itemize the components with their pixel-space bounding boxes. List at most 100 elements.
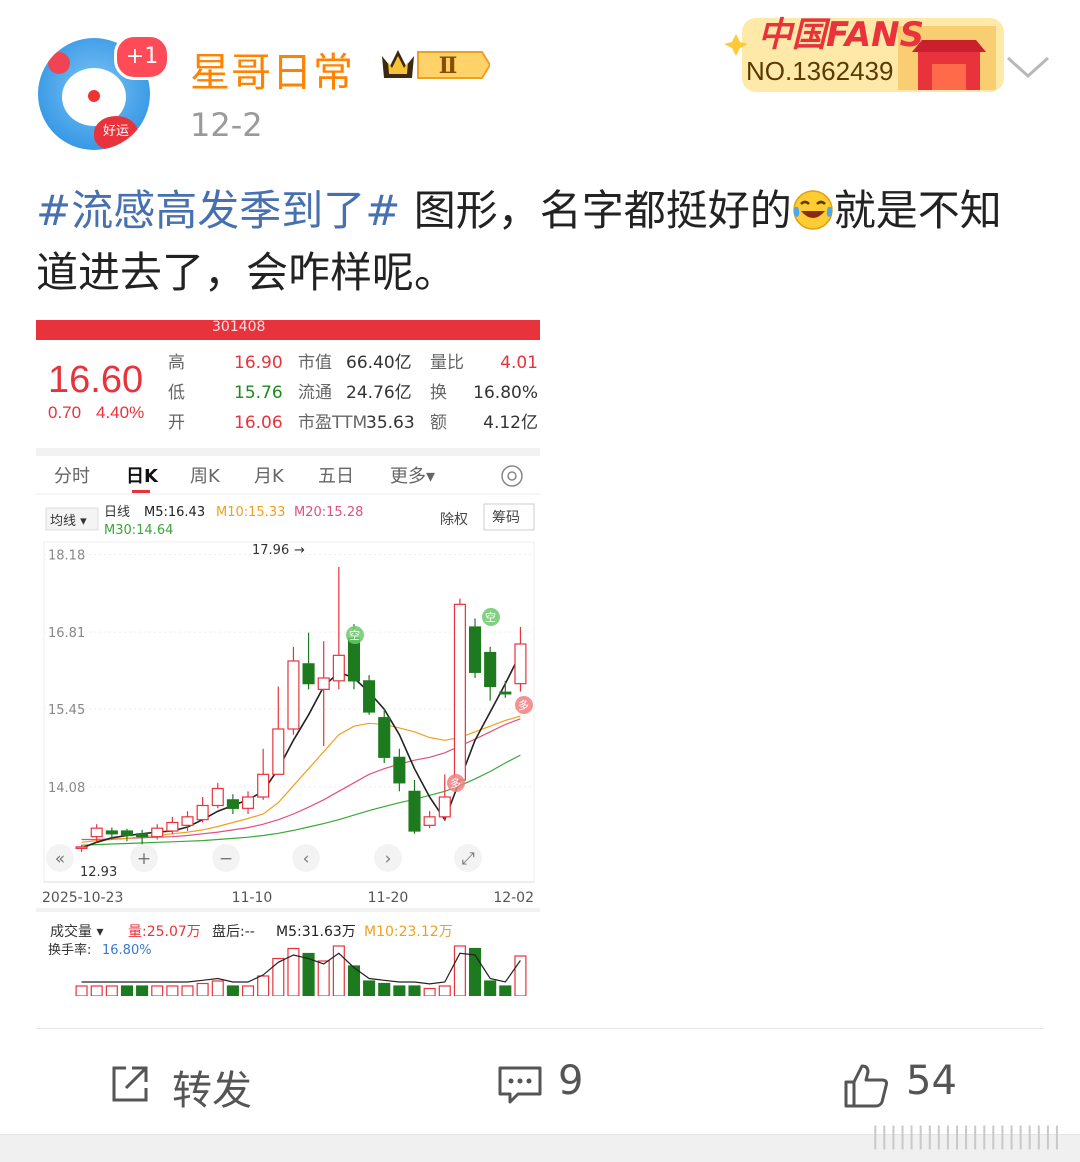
high-arrow: → bbox=[294, 543, 305, 558]
ma30-legend: M30:14.64 bbox=[104, 523, 173, 538]
volume-bar bbox=[514, 955, 527, 996]
quote-value: 35.63 bbox=[366, 413, 415, 433]
volume-bar bbox=[272, 957, 285, 996]
quote-value: 16.06 bbox=[234, 413, 283, 433]
candle-body bbox=[196, 804, 209, 821]
candle-body bbox=[272, 728, 285, 775]
candle-body bbox=[181, 816, 194, 826]
candle-body bbox=[257, 773, 270, 798]
settings-icon[interactable] bbox=[501, 465, 523, 487]
volume-bar bbox=[151, 985, 164, 996]
chart-tab[interactable]: 分时 bbox=[54, 466, 90, 487]
repost-button[interactable]: 转发 bbox=[108, 1056, 308, 1114]
low-annotation: 12.93 bbox=[80, 865, 117, 880]
turnover-label: 换手率: bbox=[48, 942, 91, 958]
quote-header-bar bbox=[36, 320, 540, 340]
fans-badge[interactable]: 中国FANS NO.1362439 bbox=[718, 0, 1008, 100]
chart-tabs[interactable]: 分时 日K 周K 月K 五日 更多▾ bbox=[54, 466, 435, 493]
chart-tab[interactable]: 更多▾ bbox=[390, 466, 435, 487]
stock-screenshot-image[interactable]: 301408 16.60 0.70 4.40% 高 16.90 市值 66.40亿 量比… bbox=[36, 320, 540, 996]
chart-tab[interactable]: 日K bbox=[126, 466, 159, 487]
volume-bar bbox=[136, 985, 149, 996]
ma20-legend: M20:15.28 bbox=[294, 505, 363, 520]
volume-bar bbox=[120, 985, 134, 996]
y-tick-label: 16.81 bbox=[48, 626, 85, 641]
nav-button-icon: − bbox=[219, 849, 233, 869]
candle-body bbox=[75, 846, 88, 849]
vol-m5: M5:31.63万 bbox=[276, 924, 356, 940]
candle-body bbox=[378, 717, 391, 758]
watermark: ||||||||||||||||||||| bbox=[871, 1122, 1062, 1150]
nav-button-icon: « bbox=[55, 849, 65, 869]
after-hours-value: 盘后:-- bbox=[212, 923, 255, 940]
candle-body bbox=[514, 643, 527, 685]
candle-body bbox=[226, 799, 239, 809]
post-text-part1: 图形，名字都挺好的 bbox=[400, 186, 792, 235]
chart-tab[interactable]: 周K bbox=[190, 466, 221, 487]
ma10-legend: M10:15.33 bbox=[216, 505, 285, 520]
action-divider bbox=[36, 1028, 1044, 1029]
vol-m10: M10:23.12万 bbox=[364, 924, 453, 940]
turnover-value: 16.80% bbox=[102, 943, 152, 958]
volume-bar bbox=[393, 985, 406, 996]
quote-value: 15.76 bbox=[234, 383, 283, 403]
share-icon bbox=[112, 1066, 148, 1102]
kong-tag-text-1: 空 bbox=[349, 628, 360, 642]
volume-bar bbox=[90, 985, 103, 996]
hashtag-link[interactable]: #流感高发季到了# bbox=[36, 186, 400, 235]
candle-body bbox=[499, 691, 512, 695]
volume-selector[interactable]: 成交量 ▾ bbox=[50, 923, 103, 940]
candle-body bbox=[120, 830, 134, 837]
candle-body bbox=[151, 827, 164, 838]
chart-tab[interactable]: 五日 bbox=[318, 466, 354, 487]
quote-label: 额 bbox=[430, 413, 447, 433]
y-tick-label: 14.08 bbox=[48, 781, 85, 796]
duo-tag-text-2: 多 bbox=[518, 698, 529, 712]
candle-body bbox=[393, 756, 406, 784]
author-name[interactable]: 星哥日常 bbox=[190, 40, 354, 98]
post-text: #流感高发季到了# 图形，名字都挺好的 就是不知道进去了，会咋样呢。 bbox=[36, 180, 1036, 304]
active-tab-indicator bbox=[132, 490, 150, 493]
nav-button-icon: › bbox=[385, 849, 392, 869]
volume-bar bbox=[257, 975, 270, 996]
price-change: 0.70 bbox=[48, 403, 81, 422]
x-tick-label: 12-02 bbox=[493, 890, 534, 906]
candle-body bbox=[332, 654, 345, 682]
quote-value: 4.12亿 bbox=[483, 413, 538, 433]
candle-body bbox=[347, 637, 361, 682]
volume-bar bbox=[105, 985, 118, 996]
date-axis: 2025-10-23 11-10 11-20 12-02 bbox=[42, 890, 534, 906]
chevron-down-icon[interactable] bbox=[1004, 54, 1052, 82]
avatar-plus-badge: +1 bbox=[114, 34, 170, 80]
comment-button[interactable]: 9 bbox=[496, 1056, 636, 1112]
comment-icon bbox=[498, 1066, 542, 1104]
quote-label: 量比 bbox=[430, 353, 464, 373]
nav-button-icon: ⤢ bbox=[461, 849, 475, 869]
candle-body bbox=[211, 787, 224, 807]
volume-bar bbox=[499, 985, 512, 996]
ma5-legend: M5:16.43 bbox=[144, 505, 205, 520]
stock-code: 301408 bbox=[212, 320, 265, 335]
vip-crown-badge: Ⅱ bbox=[382, 50, 490, 79]
chart-tab[interactable]: 月K bbox=[254, 466, 285, 487]
candle-body bbox=[166, 821, 179, 832]
stock-chart: 301408 16.60 0.70 4.40% 高 16.90 市值 66.40亿 量比… bbox=[36, 320, 540, 996]
quote-label: 流通 bbox=[298, 383, 332, 403]
like-button[interactable]: 54 bbox=[842, 1056, 1002, 1112]
volume-bar bbox=[317, 960, 330, 996]
doraemon-nose bbox=[88, 90, 100, 102]
candle-body bbox=[105, 830, 118, 835]
quote-value: 16.90 bbox=[234, 353, 283, 373]
quote-value: 66.40亿 bbox=[346, 353, 412, 373]
chuquan-button[interactable]: 除权 bbox=[440, 512, 468, 528]
thumbs-up-icon bbox=[844, 1064, 888, 1108]
laugh-cry-emoji-icon bbox=[793, 190, 833, 230]
candle-body bbox=[438, 796, 451, 818]
x-tick-label: 11-20 bbox=[368, 890, 409, 906]
quote-label: 低 bbox=[168, 383, 185, 403]
volume-bar bbox=[423, 987, 436, 996]
candle-body bbox=[241, 796, 255, 809]
candle-body bbox=[468, 626, 482, 673]
candle-body bbox=[317, 677, 330, 690]
candle-body bbox=[423, 816, 436, 826]
